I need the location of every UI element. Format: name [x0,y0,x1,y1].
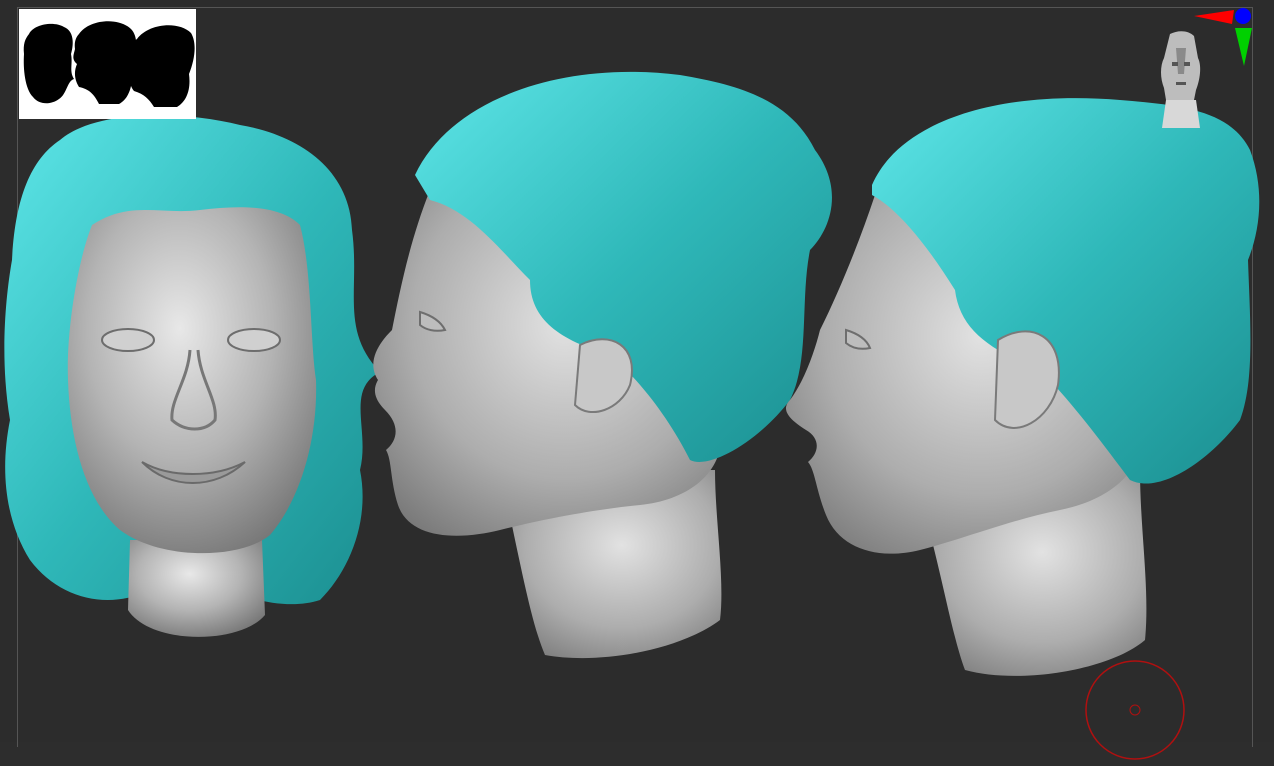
y-axis-arrow [1235,28,1252,66]
silhouette-panel[interactable] [19,9,196,119]
silhouette-front [23,23,74,104]
side-head-model-1[interactable] [373,71,832,659]
front-head-model[interactable] [4,115,380,637]
silhouette-side-1 [73,21,137,104]
front-neck [128,540,265,637]
axis-gizmo-icon [1194,8,1252,66]
side-head-model-2[interactable] [785,98,1260,676]
front-eye-left [101,328,155,352]
z-axis-dot [1235,8,1251,24]
front-eye-right [227,328,281,352]
brush-cursor [1083,658,1187,762]
axis-gizmo[interactable] [1192,4,1256,70]
front-face [67,207,317,554]
document-viewport[interactable] [0,0,1274,760]
silhouette-thumbnail-icon [23,21,195,108]
x-axis-arrow [1194,10,1234,24]
brush-circle-icon [1085,660,1185,760]
silhouette-side-2 [127,25,195,108]
